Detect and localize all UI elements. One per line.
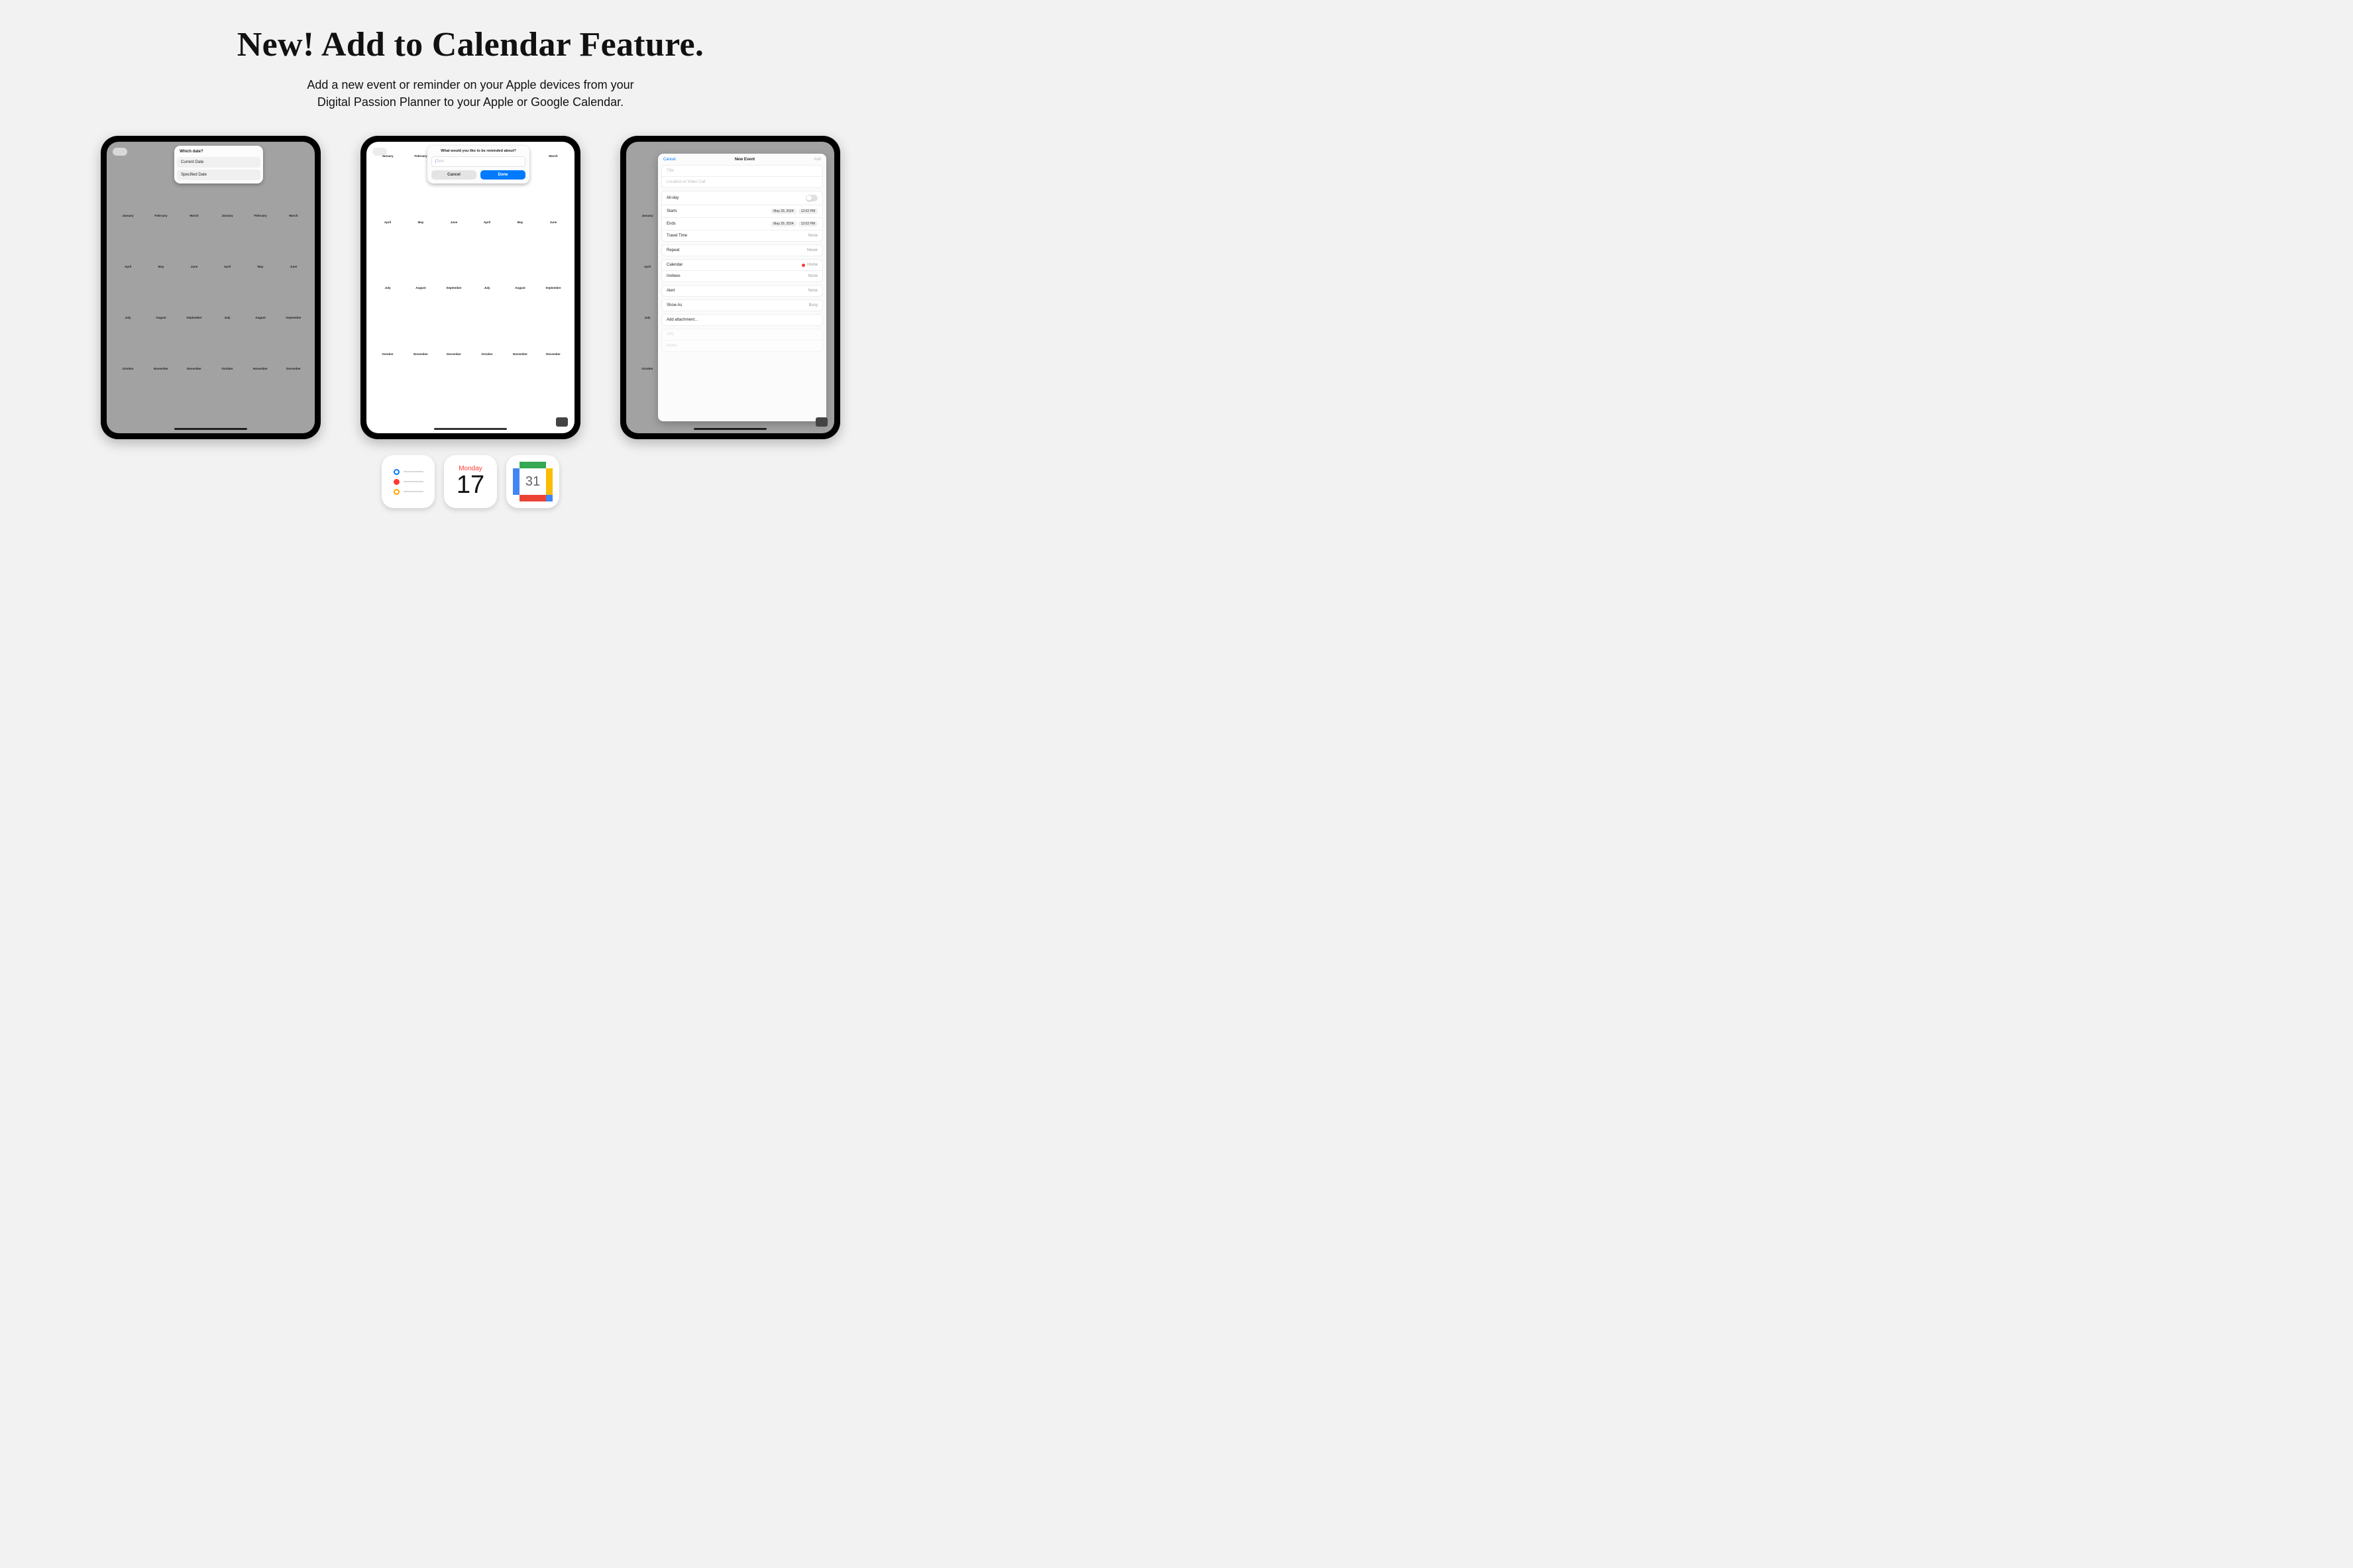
calendar-color-dot <box>802 264 805 267</box>
page-subtitle: Add a new event or reminder on your Appl… <box>307 76 633 111</box>
show-as-row[interactable]: Show AsBusy <box>662 300 822 311</box>
all-day-toggle[interactable] <box>806 195 818 201</box>
apple-reminders-icon <box>382 455 435 508</box>
ends-row[interactable]: EndsMay 29, 202412:02 PM <box>662 218 822 231</box>
google-calendar-icon: 31 <box>506 455 559 508</box>
alert-row[interactable]: AlertNone <box>662 286 822 296</box>
current-date-option[interactable]: Current Date <box>177 157 260 168</box>
which-date-popover: Which date? Current Date Specified Date <box>174 146 263 183</box>
invitees-row[interactable]: InviteesNone <box>662 271 822 282</box>
ipad-mock-2: JanuaryFebruaryMarchJanuaryFebruaryMarch… <box>360 136 580 439</box>
url-row[interactable]: URL <box>662 329 822 340</box>
subtitle-line-2: Digital Passion Planner to your Apple or… <box>317 95 624 109</box>
home-indicator <box>434 428 507 430</box>
travel-time-row[interactable]: Travel TimeNone <box>662 231 822 241</box>
starts-row[interactable]: StartsMay 29, 202412:02 PM <box>662 205 822 218</box>
home-indicator <box>694 428 767 430</box>
apple-cal-date-number: 17 <box>457 472 484 497</box>
notes-row[interactable]: Notes <box>662 340 822 351</box>
home-indicator <box>174 428 247 430</box>
year-calendar-background: JanuaryFebruaryMarchJanuaryFebruaryMarch… <box>372 154 569 416</box>
reminder-text-input[interactable]: |Text <box>431 156 525 167</box>
year-calendar-background: JanuaryFebruaryMarchJanuaryFebruaryMarch… <box>112 213 309 416</box>
pip-button[interactable] <box>816 417 828 427</box>
add-button[interactable]: Add <box>814 158 821 162</box>
ipad-row: JanuaryFebruaryMarchJanuaryFebruaryMarch… <box>101 136 840 439</box>
add-attachment-row[interactable]: Add attachment... <box>662 315 822 325</box>
gcal-number: 31 <box>520 468 546 495</box>
title-field[interactable]: Title <box>662 166 822 177</box>
cancel-button[interactable]: Cancel <box>663 158 676 162</box>
new-event-sheet: Cancel New Event Add Title Location or V… <box>658 154 826 421</box>
ipad-mock-1: JanuaryFebruaryMarchJanuaryFebruaryMarch… <box>101 136 321 439</box>
all-day-row[interactable]: All-day <box>662 191 822 205</box>
popover-title: Which date? <box>174 150 263 157</box>
specified-date-option[interactable]: Specified Date <box>177 170 260 180</box>
ipad-mock-3: JanuaryFebruaryMarchJanuaryFebruaryMarch… <box>620 136 840 439</box>
toolbar-pill <box>113 148 127 156</box>
page-title: New! Add to Calendar Feature. <box>237 25 704 64</box>
done-button[interactable]: Done <box>480 170 525 180</box>
prompt-title: What would you like to be reminded about… <box>431 149 525 156</box>
calendar-row[interactable]: CalendarHome <box>662 260 822 271</box>
reminder-prompt-popover: What would you like to be reminded about… <box>427 146 529 183</box>
apple-calendar-icon: Monday 17 <box>444 455 497 508</box>
subtitle-line-1: Add a new event or reminder on your Appl… <box>307 78 633 91</box>
sheet-title: New Event <box>735 158 755 162</box>
location-field[interactable]: Location or Video Call <box>662 177 822 187</box>
app-icons-row: Monday 17 31 <box>382 455 559 508</box>
cancel-button[interactable]: Cancel <box>431 170 476 180</box>
repeat-row[interactable]: RepeatNever <box>662 245 822 256</box>
pip-button[interactable] <box>556 417 568 427</box>
